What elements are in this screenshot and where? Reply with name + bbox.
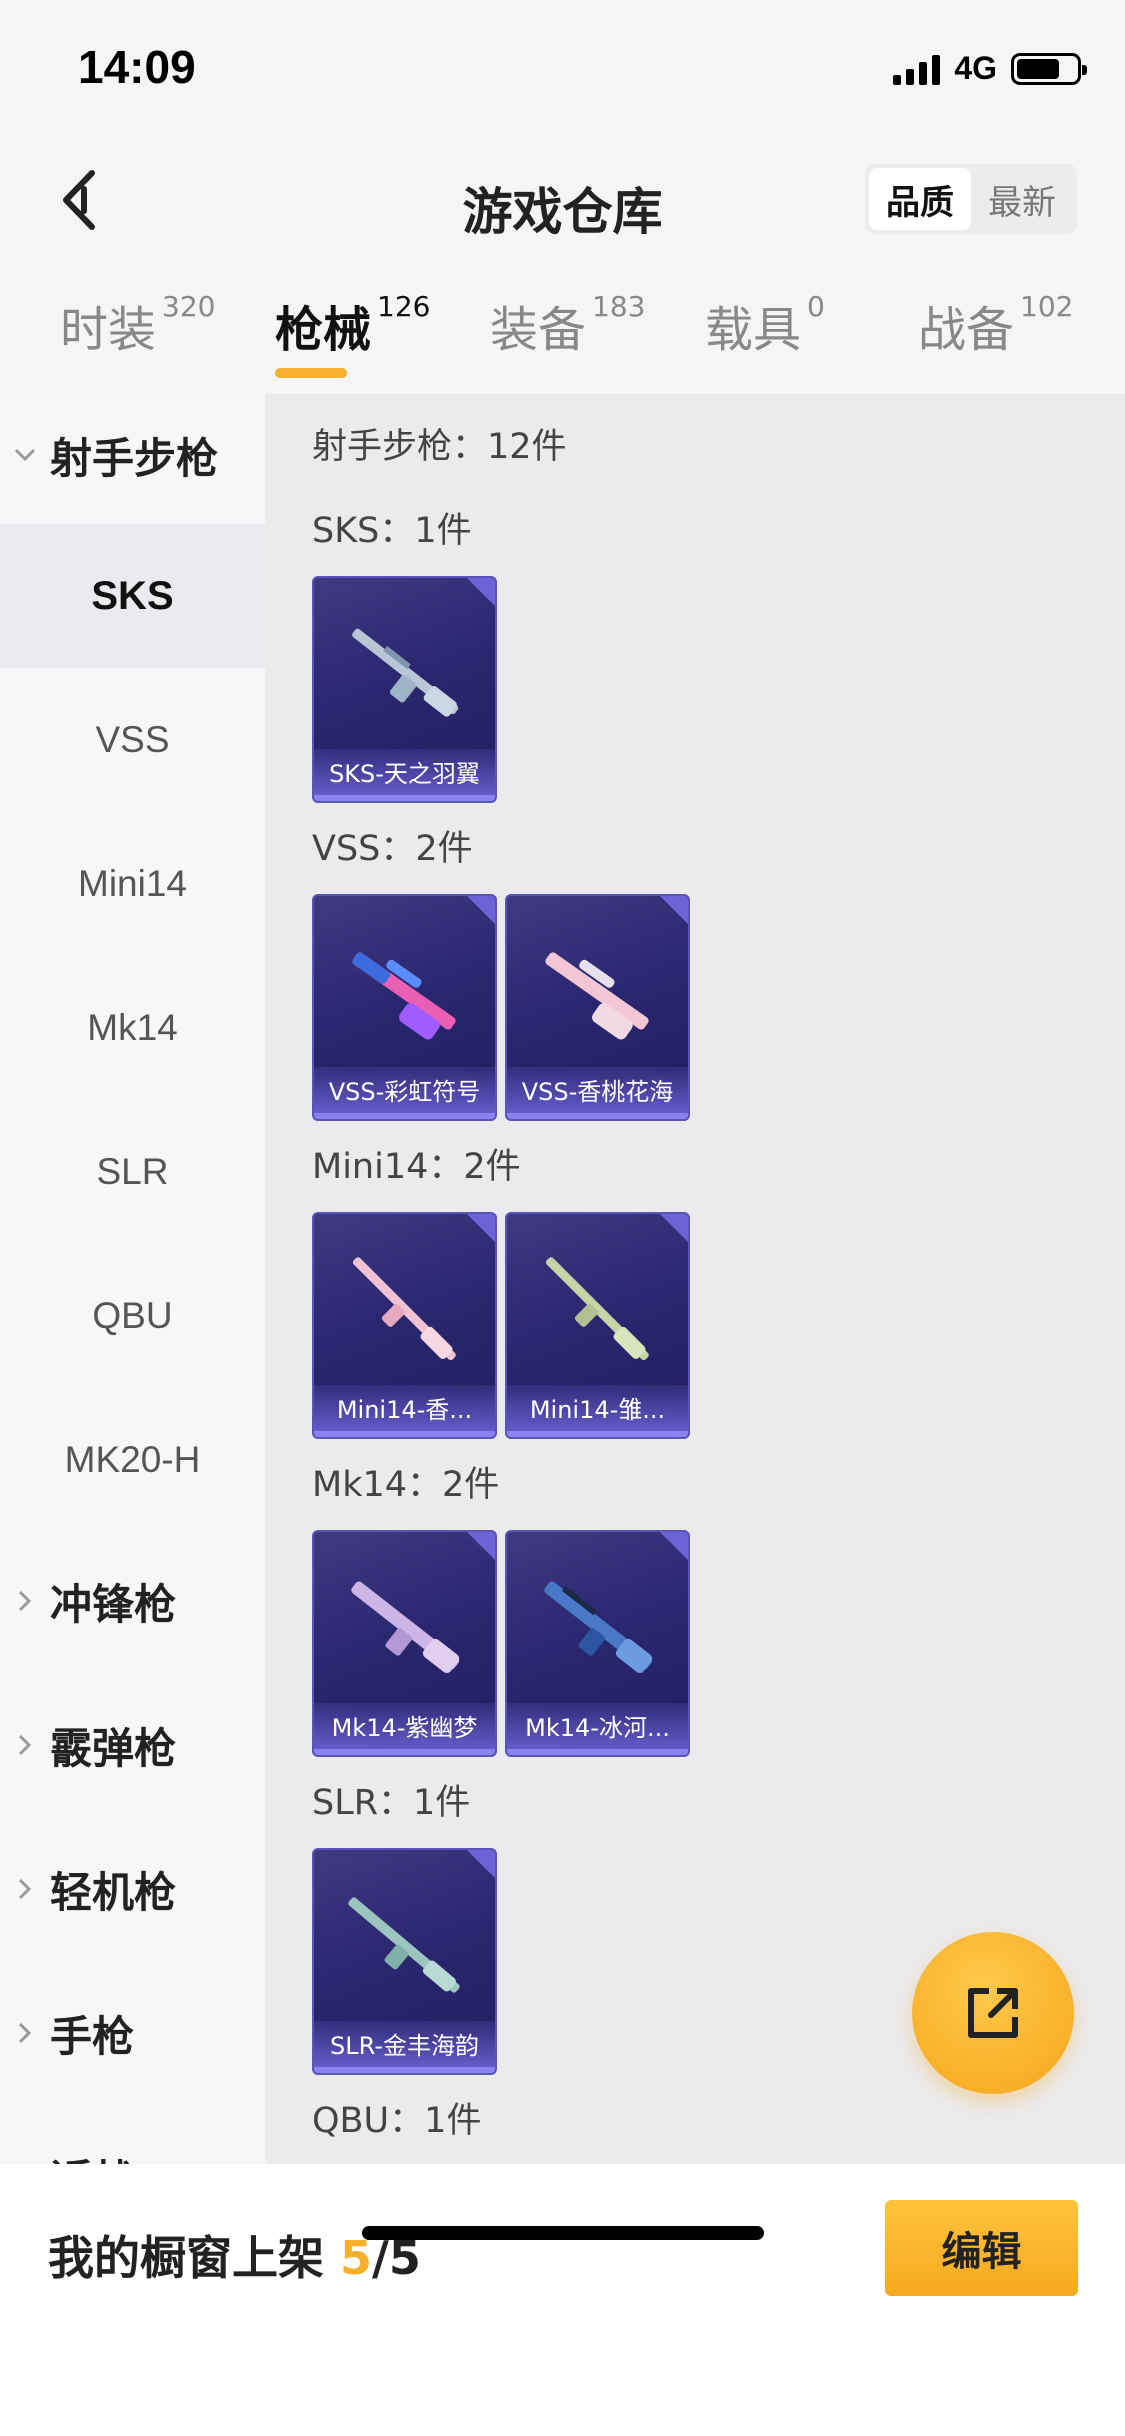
item-card[interactable]: SKS-天之羽翼 (312, 576, 497, 803)
rifle-icon (544, 1581, 653, 1674)
tab-equipment[interactable]: 装备 183 (490, 290, 645, 360)
showcase-label: 我的橱窗上架 (48, 2231, 324, 2285)
sidebar-group-label: 射手步枪 (50, 433, 219, 483)
sidebar-group-label: 轻机枪 (50, 1867, 177, 1917)
section-title-slr: SLR：1件 (312, 1783, 471, 1823)
category-summary: 射手步枪：12件 (312, 427, 567, 467)
chevron-right-icon (18, 1734, 32, 1756)
tab-vehicles[interactable]: 载具 0 (705, 290, 825, 360)
sidebar-item-sks[interactable]: SKS (0, 524, 265, 668)
item-name: Mk14-紫幽梦 (331, 1714, 478, 1742)
item-name: Mini14-雏... (529, 1396, 666, 1424)
sidebar-group-lmg[interactable]: 轻机枪 (0, 1828, 265, 1950)
share-icon (968, 1988, 1018, 2038)
item-name: Mini14-香... (336, 1396, 473, 1424)
tab-label: 装备 (490, 302, 587, 358)
chevron-right-icon (18, 1878, 32, 1900)
sidebar-group-shotgun[interactable]: 霰弹枪 (0, 1684, 265, 1806)
tab-count: 320 (162, 290, 216, 323)
section-title-mini14: Mini14：2件 (312, 1147, 521, 1187)
tab-label: 时装 (60, 302, 157, 358)
item-name: VSS-香桃花海 (521, 1078, 674, 1106)
tab-label: 战备 (918, 302, 1015, 358)
sidebar-item-vss[interactable]: VSS (0, 668, 265, 812)
section-title-mk14: Mk14：2件 (312, 1465, 500, 1505)
item-name: VSS-彩虹符号 (328, 1078, 481, 1106)
header: 游戏仓库 品质 最新 (0, 150, 1125, 250)
battery-icon (1011, 52, 1087, 85)
section-title-qbu: QBU：1件 (312, 2101, 482, 2141)
rifle-icon (352, 628, 459, 717)
tab-count: 102 (1020, 290, 1074, 323)
sidebar-group-label: 近战 (50, 2147, 134, 2165)
sidebar-item-mk14[interactable]: Mk14 (0, 956, 265, 1100)
chevron-right-icon (18, 2022, 32, 2044)
sort-newest-option[interactable]: 最新 (971, 168, 1073, 230)
section-title-sks: SKS：1件 (312, 511, 472, 551)
signal-icon (893, 53, 941, 85)
status-bar: 14:09 4G (0, 0, 1125, 135)
tab-active-indicator (275, 368, 347, 378)
item-name: SLR-金丰海韵 (330, 2032, 479, 2060)
chevron-right-icon (18, 1590, 32, 1612)
sort-toggle: 品质 最新 (865, 164, 1077, 234)
sidebar-item-slr[interactable]: SLR (0, 1100, 265, 1244)
rifle-icon (351, 1581, 460, 1674)
network-type: 4G (954, 50, 997, 86)
sidebar-group-melee[interactable]: 近战 (0, 2116, 265, 2165)
tab-fashion[interactable]: 时装 320 (60, 290, 215, 360)
sidebar-group-label: 霰弹枪 (50, 1723, 177, 1773)
status-indicators: 4G (893, 50, 1087, 87)
item-card[interactable]: VSS-彩虹符号 (312, 894, 497, 1121)
rifle-icon (545, 952, 649, 1040)
sidebar-group-smg[interactable]: 冲锋枪 (0, 1540, 265, 1662)
item-card[interactable]: SLR-金丰海韵 (312, 1848, 497, 2075)
sidebar-group-label: 冲锋枪 (50, 1579, 177, 1629)
item-card[interactable]: Mini14-雏... (505, 1212, 690, 1439)
item-grid: 射手步枪：12件 SKS：1件 SKS-天之羽翼 VSS：2件 VSS-彩虹符号… (265, 394, 1125, 2164)
item-name: Mk14-冰河... (525, 1714, 670, 1742)
sort-quality-option[interactable]: 品质 (869, 168, 971, 230)
sidebar-item-qbu[interactable]: QBU (0, 1244, 265, 1388)
chevron-down-icon (14, 448, 36, 462)
rifle-icon (348, 1897, 460, 1993)
back-button[interactable] (50, 162, 110, 238)
status-time: 14:09 (78, 41, 196, 93)
tab-supplies[interactable]: 战备 102 (918, 290, 1073, 360)
back-arrow-icon (63, 170, 95, 230)
tab-label: 枪械 (275, 302, 372, 358)
sidebar-item-mini14[interactable]: Mini14 (0, 812, 265, 956)
tab-firearms[interactable]: 枪械 126 (275, 290, 431, 378)
item-card[interactable]: Mk14-冰河... (505, 1530, 690, 1757)
sidebar-group-pistol[interactable]: 手枪 (0, 1972, 265, 2094)
item-card[interactable]: VSS-香桃花海 (505, 894, 690, 1121)
sidebar-group-label: 手枪 (50, 2011, 135, 2061)
tab-count: 183 (592, 290, 646, 323)
rifle-icon (545, 1257, 649, 1361)
home-indicator (362, 2226, 764, 2240)
tab-label: 载具 (705, 302, 802, 358)
item-card[interactable]: Mini14-香... (312, 1212, 497, 1439)
bottom-bar: 我的橱窗上架 5/5 编辑 (0, 2164, 1125, 2436)
share-button[interactable] (912, 1932, 1074, 2094)
tab-count: 0 (807, 290, 825, 323)
rifle-icon (352, 952, 456, 1040)
rifle-icon (352, 1257, 456, 1361)
sidebar-item-mk20h[interactable]: MK20-H (0, 1388, 265, 1532)
sidebar-group-marksman[interactable]: 射手步枪 (0, 394, 265, 516)
tab-count: 126 (377, 290, 431, 323)
category-sidebar: 射手步枪 SKS VSS Mini14 Mk14 SLR QBU MK20-H … (0, 394, 265, 2164)
item-card[interactable]: Mk14-紫幽梦 (312, 1530, 497, 1757)
category-tabs: 时装 320 枪械 126 装备 183 载具 0 战备 102 (0, 290, 1125, 390)
item-name: SKS-天之羽翼 (329, 760, 480, 788)
edit-button[interactable]: 编辑 (885, 2200, 1078, 2296)
section-title-vss: VSS：2件 (312, 829, 473, 869)
